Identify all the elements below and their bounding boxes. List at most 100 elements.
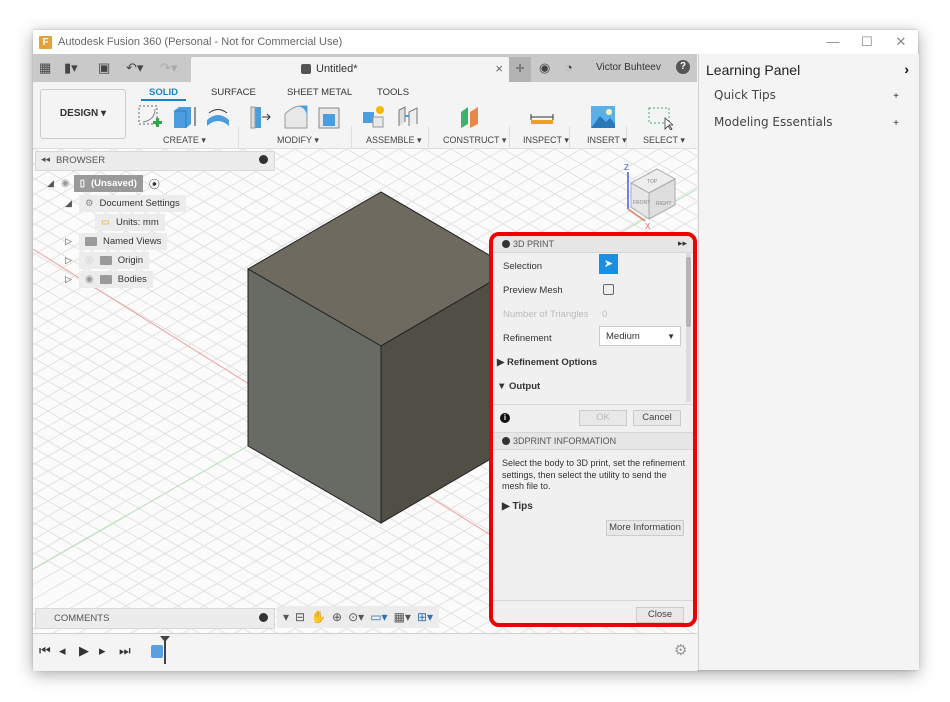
- timeline-settings-gear-icon[interactable]: ⚙: [674, 641, 687, 659]
- go-to-end-icon[interactable]: ⏭: [119, 643, 131, 659]
- save-icon[interactable]: ▣: [98, 60, 110, 76]
- select-window-icon[interactable]: [647, 104, 673, 130]
- dialog-scrollbar[interactable]: [686, 252, 691, 402]
- tree-root[interactable]: ◢ ◉ ▯ (Unsaved) ⦿: [47, 175, 160, 192]
- shell-icon[interactable]: [317, 104, 343, 130]
- viewcube-right[interactable]: RIGHT: [656, 201, 672, 207]
- tab-tools[interactable]: TOOLS: [377, 87, 409, 98]
- orbit-menu-icon[interactable]: ▾: [283, 610, 289, 624]
- viewcube-top[interactable]: TOP: [647, 179, 658, 185]
- visibility-eye-icon[interactable]: ◉: [85, 273, 94, 286]
- comments-panel[interactable]: COMMENTS: [35, 608, 275, 629]
- user-account[interactable]: Victor Buhteev: [596, 62, 661, 73]
- create-menu[interactable]: CREATE ▾: [163, 135, 206, 146]
- expand-icon[interactable]: ▷: [65, 274, 79, 285]
- timeline-marker[interactable]: [160, 636, 170, 664]
- browser-panel-header[interactable]: ◂◂ BROWSER: [35, 151, 275, 171]
- timeline-feature-icon[interactable]: [151, 645, 163, 658]
- preview-mesh-checkbox[interactable]: [603, 284, 614, 295]
- add-comment-icon[interactable]: [259, 613, 268, 622]
- expand-quick-tips-icon[interactable]: +: [893, 91, 899, 102]
- tree-bodies[interactable]: ▷ ◉ Bodies: [65, 271, 153, 288]
- select-menu[interactable]: SELECT ▾: [643, 135, 685, 146]
- data-panel-grid-icon[interactable]: ▦: [39, 60, 51, 76]
- extrude-icon[interactable]: [171, 104, 197, 130]
- modify-menu[interactable]: MODIFY ▾: [277, 135, 319, 146]
- offset-plane-icon[interactable]: [457, 104, 483, 130]
- browser-minimize-icon[interactable]: [259, 155, 268, 164]
- close-window-button[interactable]: ✕: [884, 30, 918, 54]
- expand-modeling-essentials-icon[interactable]: +: [893, 118, 899, 129]
- maximize-button[interactable]: ☐: [850, 30, 884, 54]
- collapse-browser-icon[interactable]: ◂◂: [41, 154, 50, 165]
- fit-zoom-icon[interactable]: ⊙▾: [348, 610, 364, 624]
- zoom-icon[interactable]: ⊕: [332, 610, 342, 624]
- ok-button[interactable]: OK: [579, 410, 627, 426]
- activate-radio-icon[interactable]: ⦿: [149, 176, 160, 192]
- expand-icon[interactable]: ▷: [65, 236, 79, 247]
- scrollbar-thumb[interactable]: [686, 257, 691, 327]
- pan-hand-icon[interactable]: ✋: [311, 610, 326, 624]
- cancel-button[interactable]: Cancel: [633, 410, 681, 426]
- tree-item-unsaved[interactable]: ▯ (Unsaved): [73, 175, 143, 192]
- display-settings-icon[interactable]: ▭▾: [370, 610, 387, 624]
- collapse-info-icon[interactable]: [502, 437, 510, 445]
- create-sketch-icon[interactable]: [137, 104, 163, 130]
- job-status-icon[interactable]: ◔: [565, 60, 573, 75]
- help-icon[interactable]: ?: [676, 60, 690, 74]
- refinement-dropdown[interactable]: Medium ▼: [599, 326, 681, 346]
- expand-icon[interactable]: ◢: [47, 178, 61, 189]
- insert-menu[interactable]: INSERT ▾: [587, 135, 627, 146]
- output-toggle[interactable]: ▼ Output: [497, 381, 540, 392]
- tab-sheet-metal[interactable]: SHEET METAL: [287, 87, 352, 98]
- more-information-button[interactable]: More Information: [606, 520, 684, 536]
- measure-icon[interactable]: [529, 104, 555, 130]
- press-pull-icon[interactable]: [248, 104, 274, 130]
- tree-origin[interactable]: ▷ ◎ Origin: [65, 252, 150, 269]
- redo-icon[interactable]: ↷▾: [160, 60, 177, 76]
- collapse-learning-panel-icon[interactable]: ›: [904, 61, 909, 77]
- close-dialog-button[interactable]: Close: [636, 607, 684, 623]
- new-tab-button[interactable]: +: [509, 57, 531, 82]
- tips-toggle[interactable]: ▶ Tips: [502, 501, 533, 512]
- expand-dialog-icon[interactable]: ▸▸: [678, 238, 687, 249]
- viewcube-front[interactable]: FRONT: [633, 200, 650, 206]
- document-tab[interactable]: Untitled* ×: [191, 57, 509, 82]
- info-section-header[interactable]: 3DPRINT INFORMATION: [493, 432, 693, 450]
- insert-image-icon[interactable]: [590, 104, 616, 130]
- construct-menu[interactable]: CONSTRUCT ▾: [443, 135, 506, 146]
- fillet-icon[interactable]: [283, 104, 309, 130]
- go-to-start-icon[interactable]: ⏮: [39, 643, 51, 659]
- joint-icon[interactable]: [395, 104, 421, 130]
- expand-icon[interactable]: ▷: [65, 255, 79, 266]
- visibility-eye-icon[interactable]: ◉: [61, 178, 70, 189]
- inspect-menu[interactable]: INSPECT ▾: [523, 135, 569, 146]
- step-forward-icon[interactable]: ▸: [99, 643, 106, 659]
- revolve-icon[interactable]: [205, 104, 231, 130]
- 3d-print-header[interactable]: 3D PRINT ▸▸: [493, 236, 693, 253]
- expand-icon[interactable]: ◢: [65, 198, 79, 209]
- new-component-icon[interactable]: [361, 104, 387, 130]
- extensions-icon[interactable]: ◉: [539, 60, 550, 76]
- tree-document-settings[interactable]: ◢ ⚙ Document Settings: [65, 195, 186, 212]
- workspace-switcher[interactable]: DESIGN ▾: [40, 89, 126, 139]
- tab-surface[interactable]: SURFACE: [211, 87, 256, 98]
- learning-item-quick-tips[interactable]: Quick Tips: [714, 88, 776, 102]
- undo-icon[interactable]: ↶▾: [126, 60, 143, 76]
- close-tab-icon[interactable]: ×: [495, 61, 503, 76]
- file-menu-icon[interactable]: ▮▾: [64, 60, 78, 76]
- refinement-options-toggle[interactable]: ▶ Refinement Options: [497, 357, 597, 368]
- hidden-eye-icon[interactable]: ◎: [85, 254, 94, 267]
- viewcube[interactable]: Z X TOP FRONT RIGHT: [624, 163, 677, 231]
- minimize-button[interactable]: —: [816, 30, 850, 54]
- select-body-button[interactable]: ➤: [599, 254, 618, 274]
- play-icon[interactable]: ▶: [79, 643, 89, 659]
- grid-settings-icon[interactable]: ▦▾: [394, 610, 411, 624]
- tab-solid[interactable]: SOLID: [140, 87, 187, 101]
- step-back-icon[interactable]: ◂: [59, 643, 66, 659]
- assemble-menu[interactable]: ASSEMBLE ▾: [366, 135, 422, 146]
- tree-named-views[interactable]: ▷ Named Views: [65, 233, 168, 250]
- viewports-icon[interactable]: ⊞▾: [417, 610, 433, 624]
- collapse-dialog-icon[interactable]: [502, 240, 510, 248]
- info-icon[interactable]: i: [500, 413, 510, 423]
